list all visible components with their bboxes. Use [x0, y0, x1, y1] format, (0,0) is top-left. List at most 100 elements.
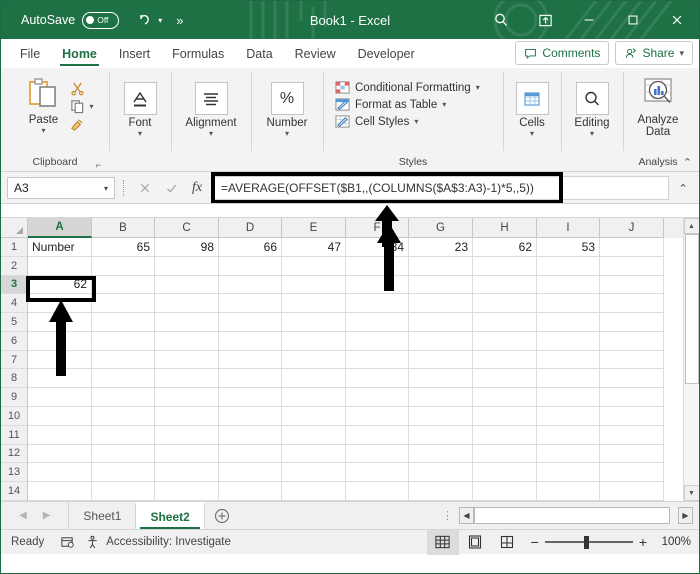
cell-B5[interactable] [92, 313, 155, 332]
editing-chevron-down-icon[interactable]: ▾ [590, 130, 594, 138]
cell-E8[interactable] [282, 369, 346, 389]
cell-I8[interactable] [537, 369, 600, 389]
cell-H12[interactable] [473, 444, 537, 464]
copy-chevron-down-icon[interactable]: ▾ [89, 102, 93, 111]
cell-F10[interactable] [346, 407, 409, 426]
cell-J3[interactable] [600, 275, 664, 295]
copy-button[interactable]: ▾ [70, 99, 94, 114]
row-header-7[interactable]: 7 [1, 350, 28, 370]
cell-G10[interactable] [409, 407, 473, 426]
cell-F9[interactable] [346, 388, 409, 408]
column-header-G[interactable]: G [409, 218, 473, 238]
cell-D11[interactable] [219, 425, 282, 445]
cell-G14[interactable] [409, 482, 473, 501]
previous-sheet-arrow-icon[interactable]: ◀ [19, 510, 27, 521]
page-layout-view-icon[interactable] [459, 530, 491, 555]
cell-G7[interactable] [409, 350, 473, 370]
cut-button[interactable] [70, 81, 93, 96]
cells-button[interactable]: Cells ▾ [505, 80, 559, 140]
cell-D10[interactable] [219, 407, 282, 426]
cell-H7[interactable] [473, 350, 537, 370]
cell-J8[interactable] [600, 369, 664, 389]
cell-I12[interactable] [537, 444, 600, 464]
cell-C6[interactable] [155, 331, 219, 351]
column-header-J[interactable]: J [600, 218, 664, 238]
cell-F11[interactable] [346, 425, 409, 445]
name-box-chevron-down-icon[interactable]: ▾ [104, 184, 108, 193]
formula-input[interactable]: =AVERAGE(OFFSET($B1,,(COLUMNS($A$3:A3)-1… [214, 176, 669, 200]
analyze-data-button[interactable]: Analyze Data [625, 77, 691, 138]
row-header-2[interactable]: 2 [1, 256, 28, 276]
cell-C5[interactable] [155, 313, 219, 332]
cell-E12[interactable] [282, 444, 346, 464]
cell-H6[interactable] [473, 331, 537, 351]
cell-E7[interactable] [282, 350, 346, 370]
cell-J12[interactable] [600, 444, 664, 464]
cell-I11[interactable] [537, 425, 600, 445]
cell-C3[interactable] [155, 275, 219, 295]
vertical-scrollbar[interactable]: ▲ ▼ [683, 218, 699, 501]
cell-C13[interactable] [155, 463, 219, 483]
column-header-I[interactable]: I [537, 218, 600, 238]
scroll-down-arrow-icon[interactable]: ▼ [683, 485, 699, 501]
cell-A2[interactable] [28, 256, 92, 276]
cell-B6[interactable] [92, 331, 155, 351]
cell-I13[interactable] [537, 463, 600, 483]
cell-G8[interactable] [409, 369, 473, 389]
horizontal-scroll-track[interactable] [474, 507, 678, 524]
cell-styles-chevron-down-icon[interactable]: ▾ [414, 117, 418, 126]
cell-G5[interactable] [409, 313, 473, 332]
alignment-chevron-down-icon[interactable]: ▾ [209, 130, 213, 138]
cell-J5[interactable] [600, 313, 664, 332]
cell-I10[interactable] [537, 407, 600, 426]
cell-F5[interactable] [346, 313, 409, 332]
horizontal-scroll-thumb[interactable] [474, 507, 670, 524]
column-header-F[interactable]: F [346, 218, 409, 238]
cell-A3[interactable]: 62 [28, 275, 92, 295]
cell-G12[interactable] [409, 444, 473, 464]
cell-I5[interactable] [537, 313, 600, 332]
maximize-icon[interactable] [611, 1, 655, 39]
number-button[interactable]: % Number ▾ [253, 80, 321, 140]
page-break-preview-icon[interactable] [491, 530, 523, 555]
cell-I6[interactable] [537, 331, 600, 351]
tab-review[interactable]: Review [284, 39, 347, 68]
cell-B2[interactable] [92, 256, 155, 276]
cell-F1[interactable]: 34 [346, 238, 409, 257]
tab-insert[interactable]: Insert [108, 39, 161, 68]
font-button[interactable]: Font ▾ [109, 80, 171, 140]
cell-F3[interactable] [346, 275, 409, 295]
cancel-x-icon[interactable] [132, 177, 158, 199]
cell-J9[interactable] [600, 388, 664, 408]
cell-D8[interactable] [219, 369, 282, 389]
cell-J14[interactable] [600, 482, 664, 501]
minimize-icon[interactable] [567, 1, 611, 39]
cell-C4[interactable] [155, 294, 219, 314]
cells-chevron-down-icon[interactable]: ▾ [530, 130, 534, 138]
cell-J4[interactable] [600, 294, 664, 314]
cell-E11[interactable] [282, 425, 346, 445]
cell-B9[interactable] [92, 388, 155, 408]
cell-H3[interactable] [473, 275, 537, 295]
cell-J10[interactable] [600, 407, 664, 426]
cell-B11[interactable] [92, 425, 155, 445]
cell-E3[interactable] [282, 275, 346, 295]
scroll-left-arrow-icon[interactable]: ◀ [459, 507, 474, 524]
cell-G2[interactable] [409, 256, 473, 276]
cell-E1[interactable]: 47 [282, 238, 346, 257]
scroll-right-arrow-icon[interactable]: ▶ [678, 507, 693, 524]
cell-G9[interactable] [409, 388, 473, 408]
cell-F4[interactable] [346, 294, 409, 314]
cell-J1[interactable] [600, 238, 664, 257]
cell-G6[interactable] [409, 331, 473, 351]
cell-H13[interactable] [473, 463, 537, 483]
vertical-scroll-track[interactable] [683, 234, 699, 485]
vertical-scroll-thumb[interactable] [684, 234, 699, 384]
column-header-B[interactable]: B [92, 218, 155, 238]
row-header-9[interactable]: 9 [1, 388, 28, 408]
cell-B10[interactable] [92, 407, 155, 426]
cell-H5[interactable] [473, 313, 537, 332]
cell-F7[interactable] [346, 350, 409, 370]
row-header-13[interactable]: 13 [1, 463, 28, 483]
cell-F14[interactable] [346, 482, 409, 501]
